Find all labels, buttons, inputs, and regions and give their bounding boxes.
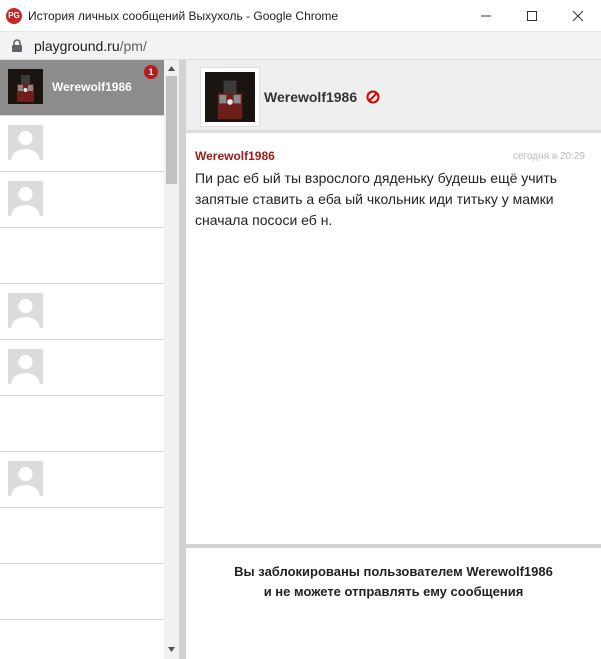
playground-app-icon: PG: [6, 8, 22, 24]
contact-item[interactable]: [0, 340, 164, 396]
url-text[interactable]: playground.ru/pm/: [34, 38, 147, 54]
avatar-placeholder-icon: [8, 181, 43, 216]
contact-item-active[interactable]: Werewolf1986 1: [0, 60, 164, 116]
window-titlebar: PG История личных сообщений Выхухоль - G…: [0, 0, 601, 32]
close-icon: [572, 10, 584, 22]
avatar-placeholder-icon: [8, 125, 43, 160]
panel-divider: [179, 60, 186, 659]
partner-avatar-image: [205, 72, 255, 122]
contact-item[interactable]: [0, 508, 164, 564]
sidebar-scrollbar[interactable]: [164, 60, 179, 659]
close-button[interactable]: [555, 0, 601, 32]
composer-separator: [186, 544, 601, 548]
scroll-up-icon[interactable]: [167, 64, 176, 73]
contact-name: Werewolf1986: [52, 80, 132, 94]
contact-avatar: [8, 69, 43, 104]
address-bar[interactable]: playground.ru/pm/: [0, 32, 601, 60]
message-timestamp: сегодня в 20:29: [513, 151, 585, 162]
blocked-notice-line1: Вы заблокированы пользователем Werewolf1…: [234, 564, 553, 579]
contact-item[interactable]: [0, 116, 164, 172]
message-author[interactable]: Werewolf1986: [195, 149, 275, 163]
message-text: Пи рас еб ый ты взрослого дяденьку будеш…: [195, 170, 558, 228]
url-host: playground.ru: [34, 38, 120, 54]
window-title: История личных сообщений Выхухоль - Goog…: [28, 9, 339, 23]
contact-item[interactable]: [0, 228, 164, 284]
contact-item[interactable]: [0, 452, 164, 508]
chat-partner-name[interactable]: Werewolf1986: [264, 89, 357, 105]
lock-icon: [12, 39, 22, 52]
minimize-button[interactable]: [463, 0, 509, 32]
maximize-icon: [527, 11, 537, 21]
scroll-down-icon[interactable]: [167, 645, 176, 654]
avatar-placeholder-icon: [8, 461, 43, 496]
maximize-button[interactable]: [509, 0, 555, 32]
contact-item[interactable]: [0, 396, 164, 452]
unread-badge: 1: [144, 65, 158, 79]
avatar-placeholder-icon: [8, 349, 43, 384]
chat-partner-avatar[interactable]: [200, 67, 260, 127]
url-path: /pm/: [119, 38, 147, 54]
avatar-placeholder-icon: [8, 293, 43, 328]
minimize-icon: [481, 15, 491, 17]
chat-header: Werewolf1986: [186, 60, 601, 133]
blocked-notice: Вы заблокированы пользователем Werewolf1…: [186, 562, 601, 602]
contact-item[interactable]: [0, 172, 164, 228]
blocked-notice-line2: и не можете отправлять ему сообщения: [263, 584, 524, 599]
contact-item[interactable]: [0, 284, 164, 340]
contact-item[interactable]: [0, 564, 164, 620]
scrollbar-thumb[interactable]: [166, 76, 177, 184]
contacts-sidebar: Werewolf1986 1: [0, 60, 164, 659]
blocked-icon[interactable]: [366, 90, 380, 104]
